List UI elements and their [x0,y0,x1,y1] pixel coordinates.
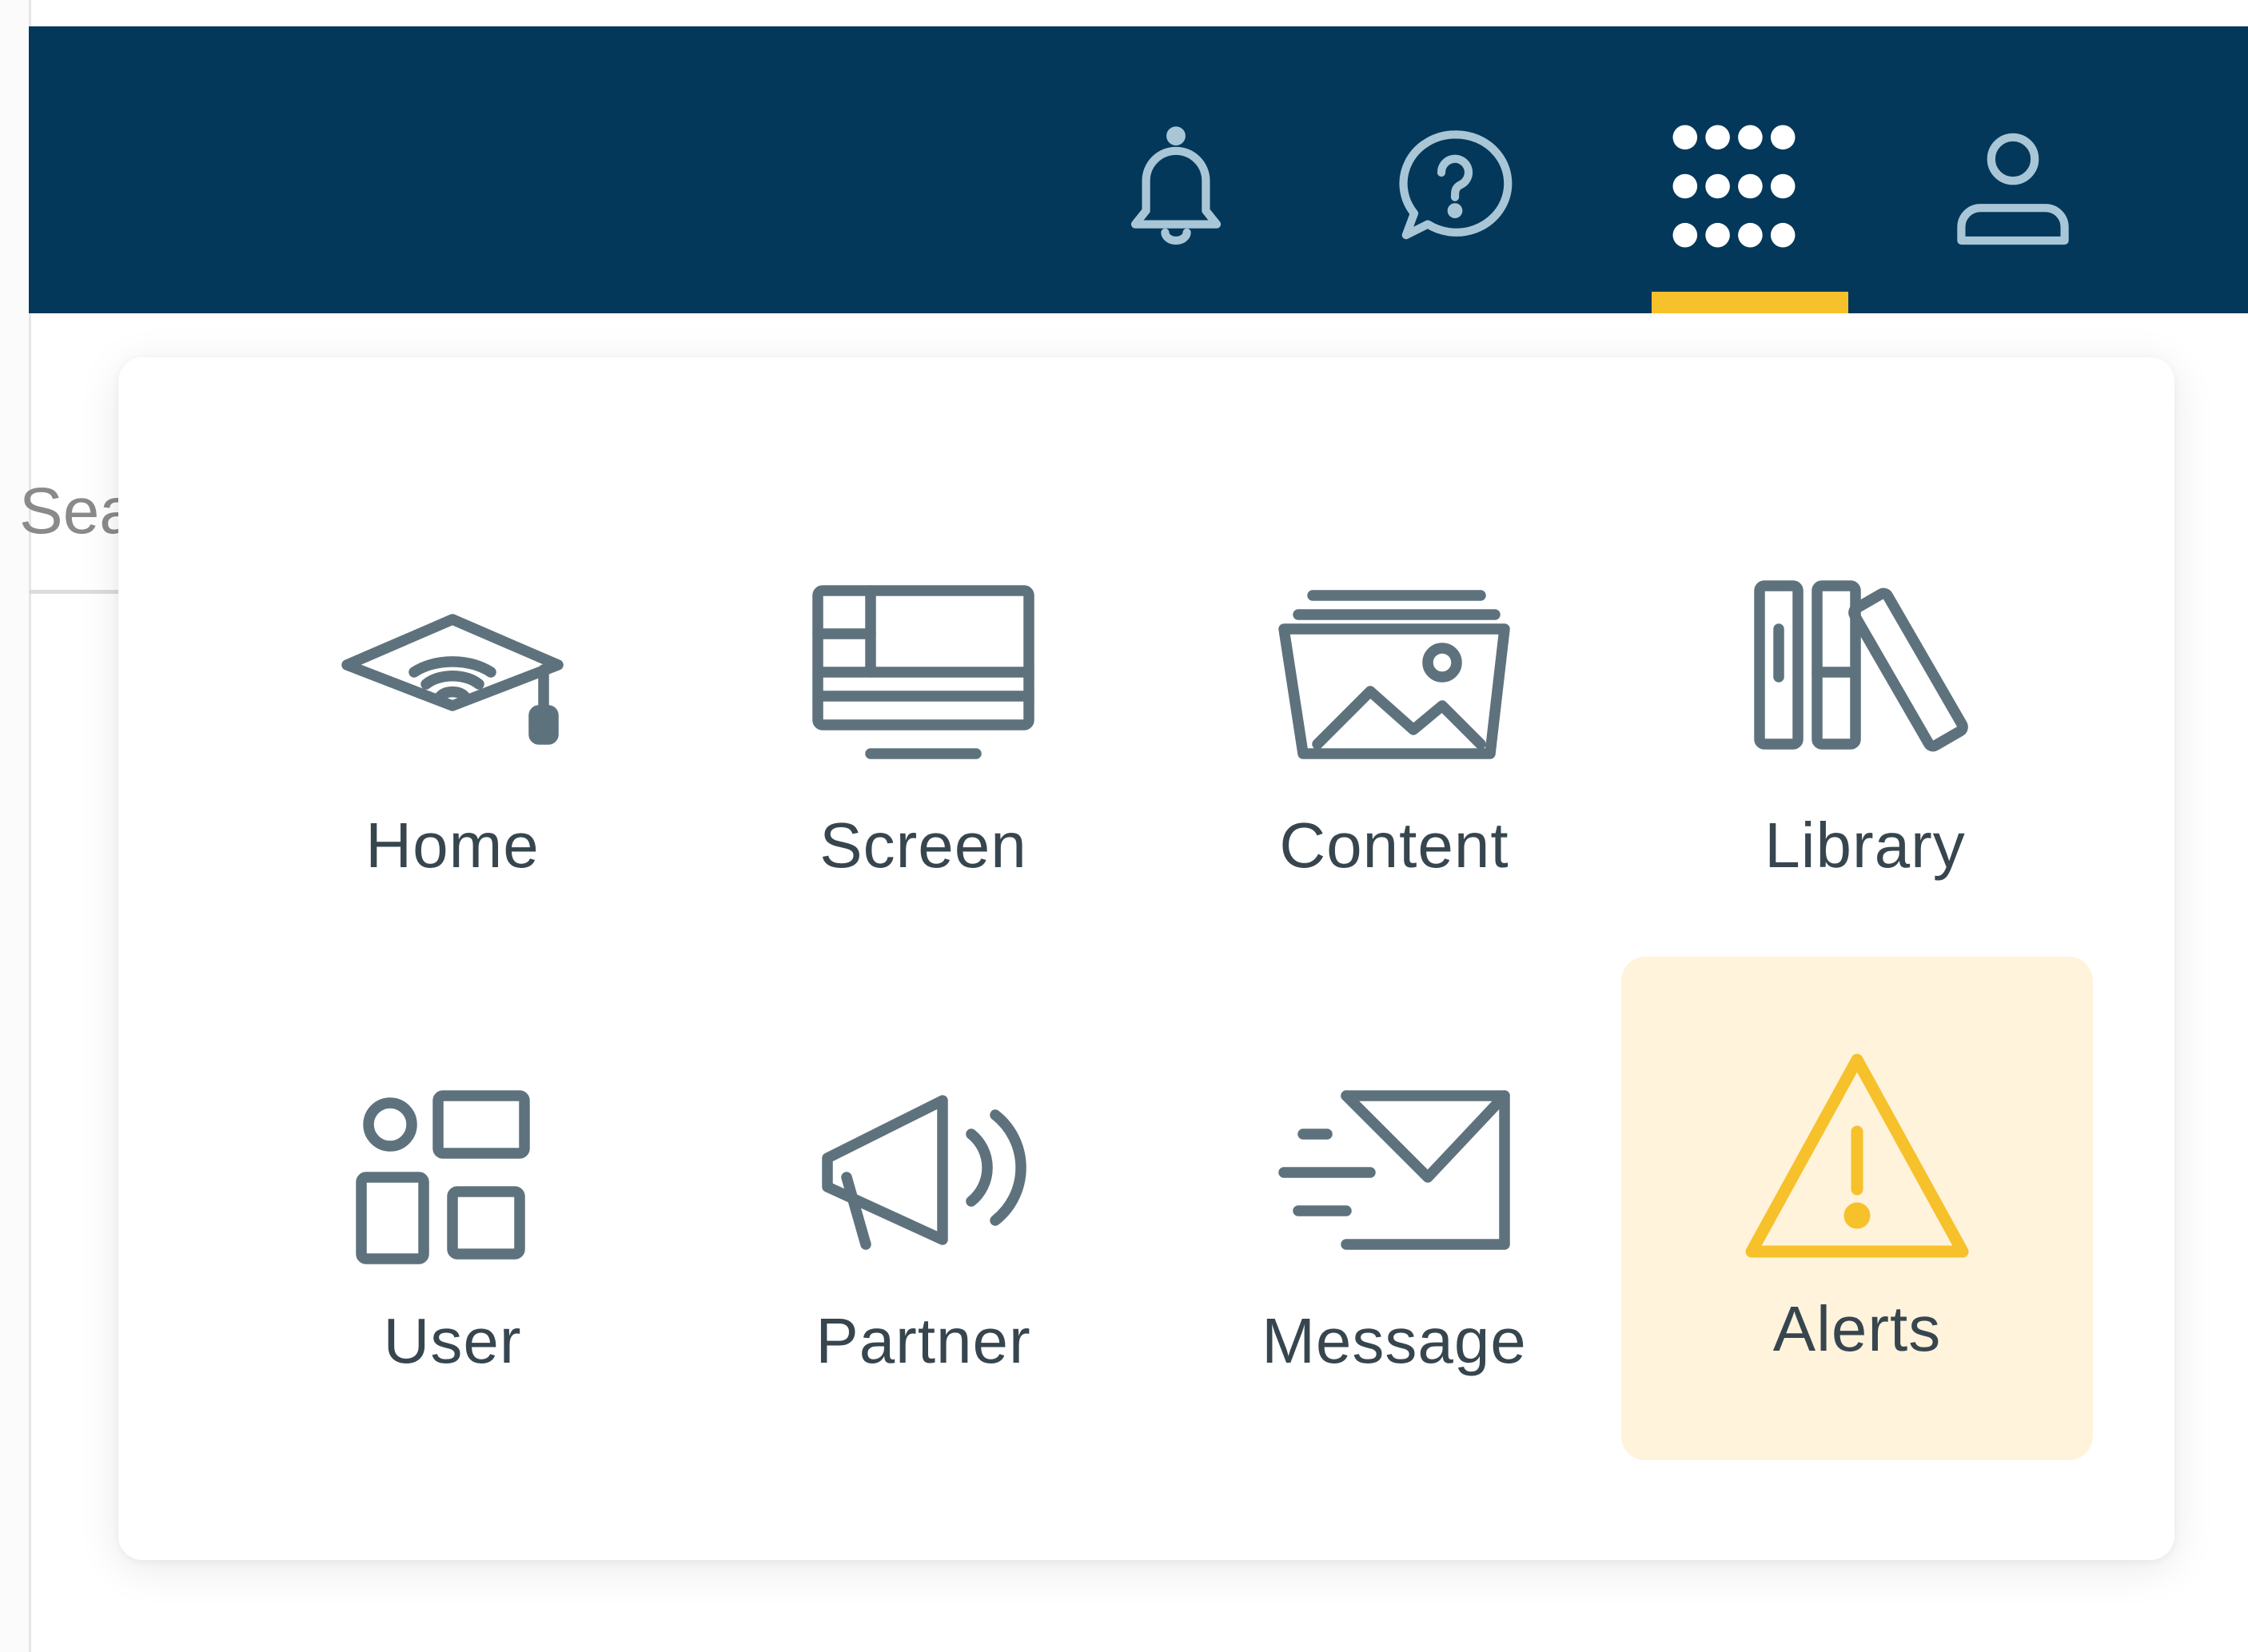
warning-icon [1745,1053,1969,1258]
active-tab-indicator [1652,292,1848,313]
search-underline [29,590,123,594]
photo-album-icon [1278,590,1510,759]
monitor-icon [812,585,1034,759]
bell-icon[interactable] [1096,98,1256,274]
graduation-cap-icon [341,614,564,745]
app-tile-home[interactable]: Home [237,493,668,989]
app-tile-library[interactable]: Library [1649,493,2081,989]
help-chat-icon[interactable] [1375,98,1535,274]
app-tile-label: Message [1262,1305,1527,1376]
books-icon [1754,580,1968,752]
top-navigation-bar [29,26,2248,313]
app-tile-label: Screen [819,810,1027,881]
left-edge [0,0,31,1652]
app-tile-user[interactable]: User [237,989,668,1484]
app-tile-alerts[interactable]: Alerts [1621,957,2093,1460]
app-tile-label: User [383,1305,522,1376]
megaphone-icon [822,1095,1026,1250]
user-profile-icon[interactable] [1933,98,2093,274]
app-grid-icon[interactable] [1654,98,1814,274]
app-tile-label: Content [1279,810,1509,881]
app-tile-label: Alerts [1772,1293,1942,1364]
app-launcher-panel: Home Screen Content Library User Partner… [118,357,2174,1560]
app-tile-label: Home [365,810,540,881]
app-tile-label: Partner [815,1305,1031,1376]
app-tile-label: Library [1764,810,1966,881]
send-mail-icon [1278,1090,1510,1250]
app-tile-message[interactable]: Message [1178,989,1610,1484]
app-tile-partner[interactable]: Partner [707,989,1139,1484]
user-widgets-icon [356,1090,530,1264]
app-tile-screen[interactable]: Screen [707,493,1139,989]
app-tile-content[interactable]: Content [1178,493,1610,989]
